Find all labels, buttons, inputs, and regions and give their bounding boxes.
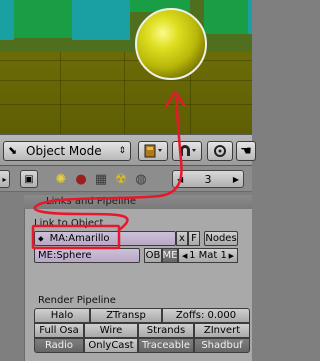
panel-gutter	[0, 195, 24, 361]
onlycast-toggle[interactable]: OnlyCast	[84, 338, 138, 353]
zoffs-field[interactable]: Zoffs: 0.000	[162, 308, 250, 323]
mesh-name: ME:Sphere	[38, 250, 92, 261]
traceable-label: Traceable	[142, 340, 190, 351]
me-label: ME	[162, 250, 178, 261]
panel-toggle-button[interactable]: ▣	[20, 170, 38, 188]
hand-tool-button[interactable]: ☚	[236, 141, 256, 161]
unlink-label: x	[179, 233, 185, 244]
nodes-label: Nodes	[205, 233, 237, 244]
draw-type-button[interactable]	[138, 141, 168, 161]
link-ob-button[interactable]: OB	[144, 248, 162, 263]
render-pipeline-label: Render Pipeline	[38, 295, 116, 306]
magnet-icon	[180, 145, 196, 156]
material-field[interactable]: ⬥ MA:Amarillo	[34, 231, 176, 246]
full-osa-label: Full Osa	[39, 325, 79, 336]
viewport-header: ⬊ Object Mode ⇕ ☚	[0, 134, 256, 166]
decrement-arrow-icon: ◀	[177, 174, 184, 184]
traceable-toggle[interactable]: Traceable	[138, 338, 194, 353]
radio-context-button[interactable]: ☢	[112, 170, 130, 188]
link-me-button[interactable]: ME	[162, 248, 178, 263]
halo-toggle[interactable]: Halo	[34, 308, 90, 323]
mesh-field[interactable]: ME:Sphere	[34, 248, 140, 263]
frame-number-field[interactable]: ◀ 3 ▶	[172, 170, 244, 188]
mode-dropdown[interactable]: ⬊ Object Mode ⇕	[3, 141, 131, 161]
material-index-value: 1 Mat 1	[189, 250, 227, 261]
world-context-button[interactable]: ◍	[132, 170, 150, 188]
link-to-object-label: Link to Object	[34, 218, 104, 229]
lamp-context-button[interactable]: ✺	[52, 170, 70, 188]
nodes-button[interactable]: Nodes	[204, 231, 238, 246]
selected-sphere-object[interactable]	[135, 8, 207, 80]
shadbuf-toggle[interactable]: Shadbuf	[194, 338, 250, 353]
panel-title: Links and Pipeline	[46, 196, 136, 207]
halo-label: Halo	[50, 310, 74, 321]
shadbuf-label: Shadbuf	[201, 340, 243, 351]
zinvert-toggle[interactable]: ZInvert	[194, 323, 250, 338]
chevron-updown-icon: ⇕	[118, 146, 126, 156]
3d-viewport[interactable]	[0, 0, 252, 134]
window-type-icon: ▸	[2, 174, 7, 184]
wire-toggle[interactable]: Wire	[84, 323, 138, 338]
increment-arrow-icon: ▶	[232, 174, 239, 184]
material-context-button[interactable]: ●	[72, 170, 90, 188]
scene-cube	[14, 0, 72, 38]
material-index-field[interactable]: ◀ 1 Mat 1 ▶	[178, 248, 238, 263]
hand-icon: ☚	[240, 143, 252, 159]
scene-cube	[0, 0, 14, 40]
left-arrow-icon: ◀	[182, 251, 188, 260]
material-browse-icon: ⬥	[38, 233, 44, 243]
scene-cube	[248, 0, 252, 34]
radio-toggle[interactable]: Radio	[34, 338, 84, 353]
strands-label: Strands	[146, 325, 186, 336]
world-icon: ◍	[135, 171, 147, 187]
frame-value: 3	[204, 172, 212, 186]
texture-context-button[interactable]: ▦	[92, 170, 110, 188]
material-sphere-icon: ●	[75, 171, 87, 187]
right-arrow-icon: ▶	[228, 251, 234, 260]
strands-toggle[interactable]: Strands	[138, 323, 194, 338]
object-mode-icon: ⬊	[8, 144, 18, 157]
scene-cube	[72, 0, 130, 40]
wire-label: Wire	[99, 325, 123, 336]
zinvert-label: ZInvert	[203, 325, 241, 336]
viewport-ground-plane	[0, 52, 252, 134]
material-name: MA:Amarillo	[49, 233, 110, 244]
draw-type-icon	[144, 144, 162, 158]
fake-user-button[interactable]: F	[188, 231, 200, 246]
full-osa-toggle[interactable]: Full Osa	[34, 323, 84, 338]
texture-icon: ▦	[94, 171, 108, 187]
onlycast-label: OnlyCast	[88, 340, 134, 351]
window-type-button[interactable]: ▸	[0, 170, 10, 188]
unlink-material-button[interactable]: x	[176, 231, 188, 246]
pivot-icon	[214, 145, 226, 157]
zoffs-label: Zoffs: 0.000	[175, 310, 237, 321]
radio-label: Radio	[44, 340, 74, 351]
buttons-window-header: ▸ ▣ ✺ ● ▦ ☢ ◍ ◀ 3 ▶	[0, 166, 252, 192]
panel-icon: ▣	[24, 173, 34, 185]
lamp-icon: ✺	[55, 171, 67, 187]
ob-label: OB	[145, 250, 161, 261]
panel-title-tab[interactable]: Links and Pipeline	[24, 195, 252, 209]
pivot-button[interactable]	[207, 141, 233, 161]
ztransp-toggle[interactable]: ZTransp	[90, 308, 162, 323]
scene-cube	[204, 0, 248, 34]
radiation-icon: ☢	[115, 171, 127, 187]
mode-label: Object Mode	[26, 144, 102, 158]
snap-button[interactable]	[172, 141, 202, 161]
ztransp-label: ZTransp	[106, 310, 146, 321]
fake-user-label: F	[191, 233, 197, 244]
